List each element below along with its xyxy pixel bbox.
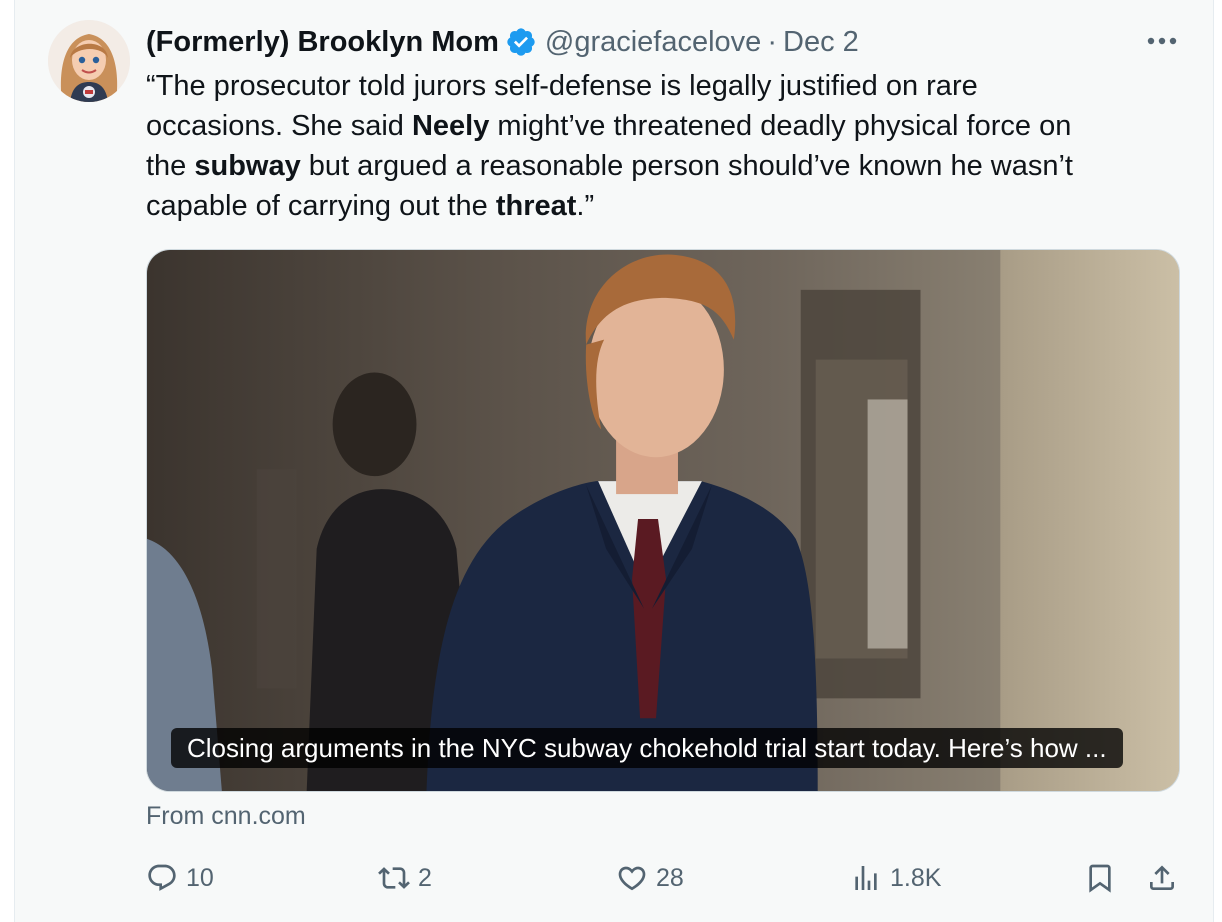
like-icon — [618, 866, 646, 891]
views-icon — [855, 866, 877, 890]
avatar[interactable] — [48, 20, 130, 102]
tweet-text-line: the subway but argued a reasonable perso… — [146, 146, 1176, 186]
repost-count: 2 — [418, 863, 432, 892]
repost-icon — [378, 867, 410, 889]
tweet-date[interactable]: Dec 2 — [783, 26, 859, 59]
text-segment: .” — [576, 190, 595, 222]
tweet-text-line: occasions. She said Neely might’ve threa… — [146, 106, 1176, 146]
link-card[interactable]: Closing arguments in the NYC subway chok… — [146, 249, 1180, 792]
share-icon — [1150, 865, 1174, 890]
tweet-text-line: “The prosecutor told jurors self-defense… — [146, 66, 1176, 106]
reply-button[interactable]: 10 — [146, 856, 214, 900]
card-source[interactable]: From cnn.com — [146, 802, 306, 831]
text-segment: capable of carrying out the — [146, 190, 496, 222]
text-segment: might’ve threatened deadly physical forc… — [489, 110, 1072, 142]
separator-dot: · — [767, 25, 777, 58]
verified-badge-icon — [505, 26, 537, 58]
bookmark-button[interactable] — [1084, 856, 1116, 900]
bold-text-subway: subway — [194, 150, 301, 182]
bold-text-neely: Neely — [411, 110, 490, 142]
views-button[interactable]: 1.8K — [850, 856, 941, 900]
bookmark-icon — [1089, 864, 1111, 893]
share-button[interactable] — [1146, 856, 1178, 900]
text-segment: occasions. She said — [146, 110, 412, 142]
card-caption: Closing arguments in the NYC subway chok… — [171, 728, 1123, 768]
like-count: 28 — [656, 863, 684, 892]
tweet-text-line: capable of carrying out the threat.” — [146, 186, 1176, 226]
reply-count: 10 — [186, 863, 214, 892]
tweet-text: “The prosecutor told jurors self-defense… — [146, 66, 1176, 226]
text-segment: the — [146, 150, 195, 182]
bold-text-threat: threat — [495, 190, 577, 222]
tweet-header: (Formerly) Brooklyn Mom @graciefacelove … — [146, 22, 859, 62]
text-segment: but argued a reasonable person should’ve… — [300, 150, 1073, 182]
views-count: 1.8K — [890, 863, 942, 892]
text-segment: “The prosecutor told jurors self-defense… — [146, 70, 978, 102]
repost-button[interactable]: 2 — [378, 856, 432, 900]
author-handle[interactable]: @graciefacelove — [545, 26, 761, 59]
action-bar: 10 2 28 1.8K — [0, 856, 1222, 900]
like-button[interactable]: 28 — [616, 856, 684, 900]
avatar-illustration — [48, 20, 130, 102]
reply-icon — [148, 864, 176, 891]
card-photo — [147, 250, 1179, 791]
more-icon[interactable] — [1142, 26, 1182, 56]
author-name[interactable]: (Formerly) Brooklyn Mom — [146, 26, 499, 59]
